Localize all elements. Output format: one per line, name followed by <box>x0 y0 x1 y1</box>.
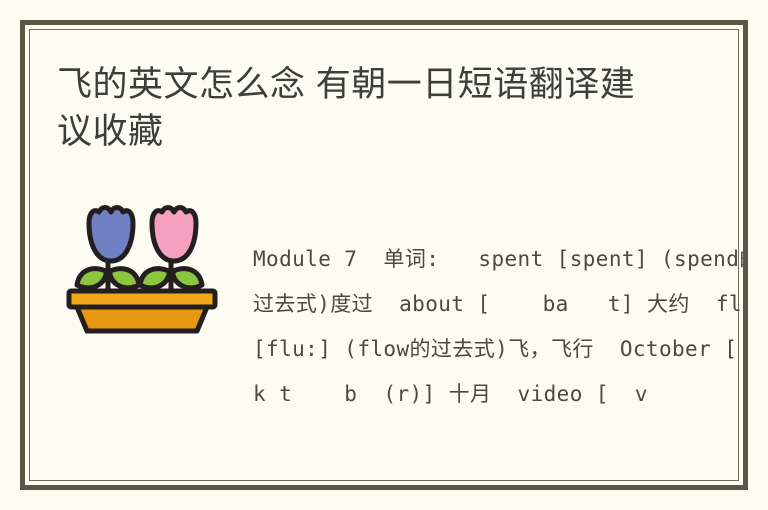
flower-box-icon <box>66 205 218 334</box>
flower-box-illustration <box>61 197 223 337</box>
page-title: 飞的英文怎么念 有朝一日短语翻译建议收藏 <box>57 65 636 151</box>
article-body-text: Module 7 单词: spent [spent] (spend的过去式)度过… <box>253 247 743 406</box>
article-card-frame: 飞的英文怎么念 有朝一日短语翻译建议收藏 Module 7 单词: spent … <box>20 20 748 490</box>
article-card-content: 飞的英文怎么念 有朝一日短语翻译建议收藏 Module 7 单词: spent … <box>25 25 743 485</box>
